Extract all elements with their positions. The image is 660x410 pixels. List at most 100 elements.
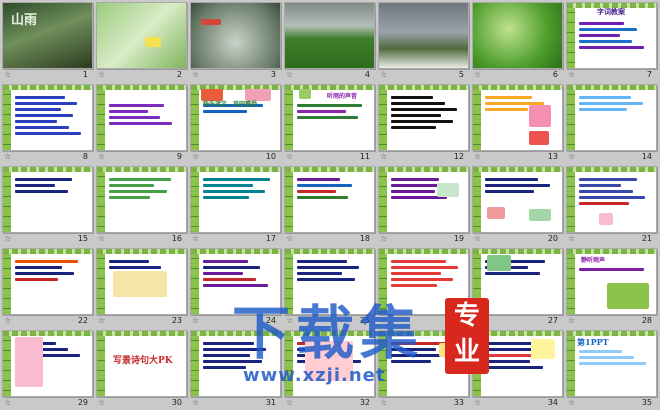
slide-preview[interactable]	[472, 2, 563, 69]
slide-thumbnail[interactable]: ☆ 4	[282, 0, 376, 81]
slide-preview[interactable]	[378, 330, 469, 397]
slide-preview[interactable]	[566, 166, 657, 233]
slide-preview[interactable]	[284, 166, 375, 233]
slide-preview[interactable]	[378, 84, 469, 151]
slide-preview[interactable]	[472, 84, 563, 151]
slide-preview[interactable]: 快乐读文，异同感受	[190, 84, 281, 151]
slide-thumbnail[interactable]: 快乐读文，异同感受 ☆ 10	[188, 82, 282, 163]
animation-icon[interactable]: ☆	[474, 70, 481, 79]
slide-preview[interactable]	[284, 2, 375, 69]
slide-thumbnail[interactable]: ☆ 9	[94, 82, 188, 163]
slide-thumbnail[interactable]: ☆ 8	[0, 82, 94, 163]
animation-icon[interactable]: ☆	[98, 152, 105, 161]
animation-icon[interactable]: ☆	[286, 234, 293, 243]
slide-preview[interactable]	[190, 248, 281, 315]
slide-thumbnail[interactable]: ☆ 14	[564, 82, 658, 163]
slide-thumbnail[interactable]: ☆ 16	[94, 164, 188, 245]
slide-preview[interactable]	[378, 166, 469, 233]
animation-icon[interactable]: ☆	[98, 316, 105, 325]
slide-thumbnail[interactable]: ☆ 26	[376, 246, 470, 327]
slide-preview[interactable]	[96, 2, 187, 69]
animation-icon[interactable]: ☆	[474, 398, 481, 407]
slide-preview[interactable]	[190, 2, 281, 69]
slide-thumbnail[interactable]: ☆ 23	[94, 246, 188, 327]
slide-preview[interactable]	[378, 2, 469, 69]
slide-thumbnail[interactable]: ☆ 27	[470, 246, 564, 327]
animation-icon[interactable]: ☆	[568, 152, 575, 161]
slide-preview[interactable]	[2, 330, 93, 397]
slide-preview[interactable]	[190, 330, 281, 397]
animation-icon[interactable]: ☆	[380, 316, 387, 325]
animation-icon[interactable]: ☆	[286, 316, 293, 325]
slide-thumbnail[interactable]: ☆ 32	[282, 328, 376, 409]
animation-icon[interactable]: ☆	[192, 234, 199, 243]
slide-preview[interactable]	[2, 248, 93, 315]
slide-preview[interactable]: 字词教案	[566, 2, 657, 69]
slide-thumbnail[interactable]: ☆ 21	[564, 164, 658, 245]
slide-thumbnail[interactable]: ☆ 5	[376, 0, 470, 81]
slide-thumbnail[interactable]: ☆ 31	[188, 328, 282, 409]
slide-thumbnail[interactable]: ☆ 17	[188, 164, 282, 245]
slide-thumbnail[interactable]: ☆ 33	[376, 328, 470, 409]
animation-icon[interactable]: ☆	[568, 316, 575, 325]
slide-preview[interactable]	[378, 248, 469, 315]
slide-thumbnail[interactable]: 静听雨声 ☆ 28	[564, 246, 658, 327]
slide-preview[interactable]	[472, 330, 563, 397]
animation-icon[interactable]: ☆	[4, 316, 11, 325]
slide-thumbnail[interactable]: ☆ 22	[0, 246, 94, 327]
animation-icon[interactable]: ☆	[192, 398, 199, 407]
animation-icon[interactable]: ☆	[98, 234, 105, 243]
animation-icon[interactable]: ☆	[4, 152, 11, 161]
slide-preview[interactable]	[284, 330, 375, 397]
slide-thumbnail[interactable]: ☆ 34	[470, 328, 564, 409]
slide-preview[interactable]	[96, 166, 187, 233]
slide-thumbnail[interactable]: ☆ 2	[94, 0, 188, 81]
animation-icon[interactable]: ☆	[380, 70, 387, 79]
slide-thumbnail[interactable]: ☆ 15	[0, 164, 94, 245]
slide-preview[interactable]	[472, 166, 563, 233]
slide-preview[interactable]	[2, 166, 93, 233]
slide-thumbnail[interactable]: ☆ 6	[470, 0, 564, 81]
animation-icon[interactable]: ☆	[286, 398, 293, 407]
animation-icon[interactable]: ☆	[4, 234, 11, 243]
slide-thumbnail[interactable]: ☆ 20	[470, 164, 564, 245]
slide-thumbnail[interactable]: ☆ 29	[0, 328, 94, 409]
animation-icon[interactable]: ☆	[380, 152, 387, 161]
animation-icon[interactable]: ☆	[98, 398, 105, 407]
slide-preview[interactable]: 写景诗句大PK	[96, 330, 187, 397]
slide-thumbnail[interactable]: 写景诗句大PK ☆ 30	[94, 328, 188, 409]
animation-icon[interactable]: ☆	[474, 152, 481, 161]
slide-preview[interactable]	[96, 84, 187, 151]
animation-icon[interactable]: ☆	[192, 316, 199, 325]
slide-preview[interactable]: 第1PPT	[566, 330, 657, 397]
slide-preview[interactable]	[96, 248, 187, 315]
slide-thumbnail[interactable]: ☆ 24	[188, 246, 282, 327]
animation-icon[interactable]: ☆	[474, 316, 481, 325]
slide-preview[interactable]	[566, 84, 657, 151]
animation-icon[interactable]: ☆	[568, 398, 575, 407]
animation-icon[interactable]: ☆	[474, 234, 481, 243]
slide-thumbnail[interactable]: ☆ 19	[376, 164, 470, 245]
animation-icon[interactable]: ☆	[192, 152, 199, 161]
animation-icon[interactable]: ☆	[286, 70, 293, 79]
slide-preview[interactable]	[472, 248, 563, 315]
slide-thumbnail[interactable]: ☆ 12	[376, 82, 470, 163]
animation-icon[interactable]: ☆	[192, 70, 199, 79]
slide-thumbnail[interactable]: 山雨 ☆ 1	[0, 0, 94, 81]
slide-preview[interactable]: 山雨	[2, 2, 93, 69]
slide-thumbnail[interactable]: ☆ 18	[282, 164, 376, 245]
animation-icon[interactable]: ☆	[286, 152, 293, 161]
slide-preview[interactable]	[190, 166, 281, 233]
animation-icon[interactable]: ☆	[4, 70, 11, 79]
animation-icon[interactable]: ☆	[4, 398, 11, 407]
slide-preview[interactable]: 静听雨声	[566, 248, 657, 315]
animation-icon[interactable]: ☆	[568, 234, 575, 243]
slide-thumbnail[interactable]: ☆ 25	[282, 246, 376, 327]
slide-preview[interactable]	[2, 84, 93, 151]
slide-thumbnail[interactable]: ☆ 13	[470, 82, 564, 163]
slide-thumbnail[interactable]: 第1PPT ☆ 35	[564, 328, 658, 409]
slide-preview[interactable]: 听雨的声音	[284, 84, 375, 151]
slide-thumbnail[interactable]: 字词教案 ☆ 7	[564, 0, 658, 81]
animation-icon[interactable]: ☆	[380, 398, 387, 407]
animation-icon[interactable]: ☆	[98, 70, 105, 79]
